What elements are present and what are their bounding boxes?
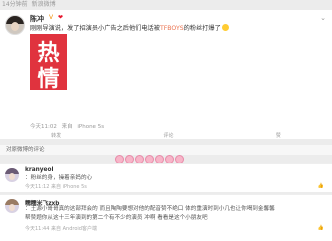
avatar-face	[9, 204, 15, 211]
post-via: 来自	[61, 124, 73, 130]
status-bar: 14分钟前 新浪微博	[0, 0, 332, 10]
section-title: 对原微博的评论	[6, 147, 45, 153]
comment-meta: 今天11:44 来自 Android客户端	[25, 225, 97, 232]
vip-icon: V	[49, 14, 54, 21]
post-meta: 今天11:02 来自 iPhone 5s	[30, 122, 107, 130]
commenter-name[interactable]: kranyeol	[25, 167, 53, 173]
author-avatar[interactable]	[5, 15, 25, 35]
comments-section-header: 对原微博的评论	[0, 145, 332, 155]
comment-text: ：粉丝的身，操着亲妈的心	[25, 175, 93, 181]
smile-emoji-icon	[221, 24, 229, 31]
comment-item: kranyeol ：粉丝的身，操着亲妈的心 今天11:12 来自 iPhone …	[0, 163, 332, 192]
comment-time: 今天11:44	[25, 226, 50, 232]
comment-meta: 今天11:12 来自 iPhone 5s	[25, 183, 87, 190]
post-image[interactable]: 热 情	[30, 34, 67, 92]
avatar-face	[9, 173, 15, 180]
thumbs-up-icon[interactable]: 👍	[318, 225, 324, 231]
post-image-char-2: 情	[37, 66, 60, 92]
comment-device: Android客户端	[62, 226, 97, 232]
comment-button[interactable]: 评论	[163, 132, 173, 139]
like-button[interactable]: 赞	[276, 132, 281, 139]
post-relative-time: 14分钟前	[2, 1, 28, 8]
post-source: 新浪微博	[31, 1, 56, 8]
post-text: 刚刚导演说，发了招演员小广告之后他们电话被TFBOYS的粉丝打爆了	[30, 24, 325, 33]
comment-item: 糯糯米飞zxb ：王源小哥哥真的这部拜会的 而且陶陶要想对他的配音赞不绝口 体的…	[0, 194, 332, 241]
post-text-after: 的粉丝打爆了	[183, 25, 221, 32]
weibo-app: 14分钟前 新浪微博 陈冲 V ❤ ⌄ 刚刚导演说，发了招演员小广告之后他们电话…	[0, 0, 332, 241]
author-name[interactable]: 陈冲	[30, 14, 44, 24]
post-text-before: 刚刚导演说，发了招演员小广告之后他们电话被	[30, 25, 160, 32]
weibo-post: 陈冲 V ❤ ⌄ 刚刚导演说，发了招演员小广告之后他们电话被TFBOYS的粉丝打…	[0, 10, 332, 139]
comment-via: 来自	[51, 226, 62, 232]
commenter-avatar[interactable]	[5, 168, 19, 182]
comment-time: 今天11:12	[25, 184, 50, 190]
post-actions: 转发 评论 赞	[0, 132, 332, 139]
comment-text-line-1: ：王源小哥哥真的这部拜会的 而且陶陶要想对他的配音赞不绝口 体的重演时到小几也让…	[25, 206, 275, 212]
commenter-avatar[interactable]	[5, 199, 19, 213]
comment-text-line-2: 帮赞题你从这十三年演到的第二个有不少的演员 冲啊 看看是这个小朋友吧	[25, 215, 208, 221]
comment-device: iPhone 5s	[62, 184, 87, 190]
post-time: 今天11:02	[30, 124, 57, 130]
post-device: iPhone 5s	[77, 124, 105, 130]
comment-via: 来自	[51, 184, 62, 190]
avatar-face	[11, 22, 19, 31]
thumbs-up-icon[interactable]: 👍	[318, 183, 324, 189]
heart-badge-icon: ❤	[58, 14, 64, 21]
topic-link[interactable]: TFBOYS	[160, 25, 184, 32]
chevron-down-icon[interactable]: ⌄	[320, 14, 326, 22]
repost-button[interactable]: 转发	[51, 132, 61, 139]
